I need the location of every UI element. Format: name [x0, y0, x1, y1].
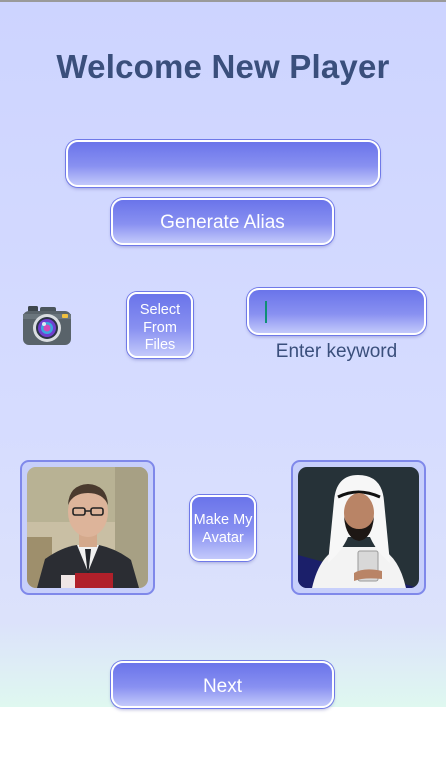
- keyword-input[interactable]: [247, 288, 426, 335]
- next-button[interactable]: Next: [111, 661, 334, 708]
- keyword-label: Enter keyword: [275, 341, 398, 362]
- select-from-files-button[interactable]: Select From Files: [127, 292, 193, 358]
- app-screen: Welcome New Player Generate Alias Select…: [0, 0, 446, 708]
- man-in-suit-photo: [27, 467, 148, 588]
- alias-input[interactable]: [66, 140, 380, 187]
- left-photo-frame[interactable]: [20, 460, 155, 595]
- man-in-white-headdress-photo: [298, 467, 419, 588]
- generate-alias-button[interactable]: Generate Alias: [111, 198, 334, 245]
- camera-icon[interactable]: [22, 304, 72, 346]
- page-title: Welcome New Player: [56, 48, 390, 85]
- text-caret: [265, 301, 267, 323]
- right-photo-frame[interactable]: [291, 460, 426, 595]
- make-my-avatar-button[interactable]: Make My Avatar: [190, 495, 256, 561]
